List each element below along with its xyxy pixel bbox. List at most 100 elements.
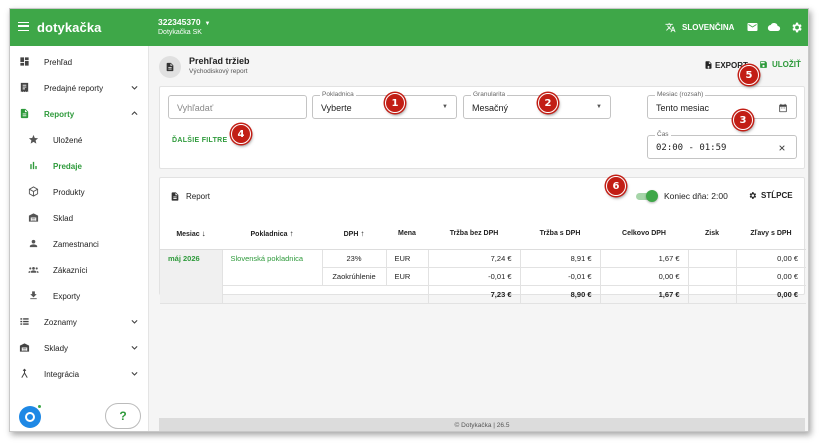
header-label: Pokladnica <box>250 231 288 239</box>
callout-badge: 5 <box>739 65 759 85</box>
currency-cell: EUR <box>385 249 428 268</box>
sidebar-item-label: Uložené <box>53 135 83 145</box>
page-footer: © Dotykačka | 26.5 <box>159 418 805 431</box>
star-icon <box>28 134 39 144</box>
end-of-day-toggle[interactable] <box>636 190 658 202</box>
report-title: Report <box>186 192 211 201</box>
sidebar-item-exporty[interactable]: Exporty <box>10 286 149 306</box>
header-label: DPH <box>343 231 359 239</box>
hamburger-menu-icon[interactable] <box>18 22 29 31</box>
help-button[interactable]: ? <box>105 403 141 429</box>
column-header-profit[interactable]: Zisk <box>688 219 736 250</box>
mail-icon[interactable] <box>746 21 759 33</box>
save-label: ULOŽIŤ <box>772 60 801 69</box>
callout-badge: 2 <box>538 93 558 113</box>
callout-badge: 3 <box>733 110 753 130</box>
gear-icon[interactable] <box>790 21 803 34</box>
sidebar-item-sklad[interactable]: Sklad <box>10 208 149 228</box>
account-id-row: 322345370 ▼ <box>158 17 211 27</box>
floppy-disk-icon <box>760 61 767 68</box>
translate-icon <box>665 22 676 33</box>
column-header-month[interactable]: Mesiac ↓ <box>160 219 222 250</box>
total-net-sales: 7,23 € <box>427 285 520 304</box>
register-value: Vyberte <box>321 103 352 113</box>
language-switcher[interactable]: SLOVENČINA <box>665 22 734 33</box>
column-header-gross-sales[interactable]: Tržba s DPH <box>520 219 600 250</box>
cloud-icon[interactable] <box>767 21 781 33</box>
download-icon <box>30 291 37 300</box>
sidebar-item-zakaznici[interactable]: Zákazníci <box>10 260 149 280</box>
chevron-down-icon <box>131 345 138 350</box>
sidebar-item-produkty[interactable]: Produkty <box>10 182 149 202</box>
online-status-dot <box>37 404 42 409</box>
account-id: 322345370 <box>158 17 201 27</box>
column-header-vat-total[interactable]: Celkovo DPH <box>600 219 688 250</box>
merge-icon <box>21 368 28 378</box>
column-header-net-sales[interactable]: Tržba bez DPH <box>428 219 520 250</box>
register-link[interactable]: Slovenská pokladnica <box>221 249 322 286</box>
profit-cell <box>687 249 736 268</box>
page-subtitle: Východiskový report <box>189 68 248 75</box>
total-discounts: 0,00 € <box>735 285 806 304</box>
sidebar-item-zamestnanci[interactable]: Zamestnanci <box>10 234 149 254</box>
columns-label: STĹPCE <box>761 191 793 200</box>
granularity-select[interactable]: Granularita Mesačný ▼ <box>463 91 611 119</box>
column-header-currency[interactable]: Mena <box>386 219 428 250</box>
month-range-picker[interactable]: Mesiac (rozsah) Tento mesiac <box>647 91 797 119</box>
time-range-input[interactable]: Čas 02:00 - 01:59 <box>647 131 797 159</box>
more-filters-button[interactable]: ĎALŠIE FILTRE <box>172 137 228 144</box>
column-header-vat[interactable]: DPH ↑ <box>322 219 386 250</box>
month-range-label: Mesiac (rozsah) <box>655 91 706 98</box>
sidebar-item-label: Zoznamy <box>44 317 77 327</box>
app-window: dotykačka 322345370 ▼ Dotykačka SK SLOVEN… <box>9 8 809 432</box>
sidebar-item-label: Predajné reporty <box>44 83 104 93</box>
account-switcher[interactable]: 322345370 ▼ Dotykačka SK <box>158 17 211 36</box>
sidebar: Prehľad Predajné reporty Reporty Uložené… <box>10 46 149 431</box>
document-icon <box>166 62 174 72</box>
sidebar-item-label: Exporty <box>53 291 81 301</box>
sidebar-item-label: Reporty <box>44 109 75 119</box>
columns-button[interactable]: STĹPCE <box>748 191 793 200</box>
sidebar-item-prehlad[interactable]: Prehľad <box>10 52 149 72</box>
page-header: Prehľad tržieb Východiskový report EXPOR… <box>159 53 804 83</box>
callout-badge: 1 <box>385 93 405 113</box>
vat-cell: Zaokrúhlenie <box>321 267 386 286</box>
sidebar-item-predaje[interactable]: Predaje <box>10 156 149 176</box>
calendar-icon[interactable] <box>778 103 788 113</box>
net-sales-cell: 7,24 € <box>427 249 520 268</box>
total-spacer <box>221 285 428 304</box>
search-placeholder: Vyhľadať <box>177 103 214 113</box>
sidebar-item-label: Zamestnanci <box>53 239 99 249</box>
total-gross-sales: 8,90 € <box>519 285 600 304</box>
sidebar-item-predajne-reporty[interactable]: Predajné reporty <box>10 78 149 98</box>
sidebar-item-integracia[interactable]: Integrácia <box>10 364 149 384</box>
sidebar-item-ulozene[interactable]: Uložené <box>10 130 149 150</box>
page-title: Prehľad tržieb <box>189 56 250 66</box>
column-header-register[interactable]: Pokladnica ↑ <box>222 219 322 250</box>
sidebar-item-reporty[interactable]: Reporty <box>10 104 149 124</box>
dropdown-arrow-icon: ▼ <box>442 104 448 110</box>
report-panel: Report Koniec dňa: 2:00 STĹPCE Mesiac ↓ P… <box>159 177 806 304</box>
sidebar-item-label: Sklad <box>53 213 74 223</box>
bar-chart-icon <box>30 161 37 170</box>
sidebar-item-label: Sklady <box>44 343 69 353</box>
net-sales-cell: -0,01 € <box>427 267 520 286</box>
save-button[interactable]: ULOŽIŤ <box>759 60 801 69</box>
clear-icon[interactable] <box>778 144 786 152</box>
register-select[interactable]: Pokladnica Vyberte ▼ <box>312 91 457 119</box>
sidebar-item-label: Predaje <box>53 161 82 171</box>
currency-cell: EUR <box>385 267 428 286</box>
list-icon <box>20 318 29 325</box>
sidebar-item-label: Produkty <box>53 187 85 197</box>
language-label: SLOVENČINA <box>682 23 735 32</box>
granularity-label: Granularita <box>471 91 508 98</box>
column-header-discounts[interactable]: Zľavy s DPH <box>736 219 806 250</box>
support-chat-icon[interactable] <box>19 406 41 428</box>
sidebar-item-label: Prehľad <box>44 57 73 67</box>
time-value: 02:00 - 01:59 <box>656 143 727 153</box>
gross-sales-cell: 8,91 € <box>519 249 600 268</box>
sidebar-item-zoznamy[interactable]: Zoznamy <box>10 312 149 332</box>
app-logo: dotykačka <box>37 20 102 35</box>
sidebar-item-sklady[interactable]: Sklady <box>10 338 149 358</box>
search-input[interactable]: Vyhľadať <box>168 95 307 119</box>
